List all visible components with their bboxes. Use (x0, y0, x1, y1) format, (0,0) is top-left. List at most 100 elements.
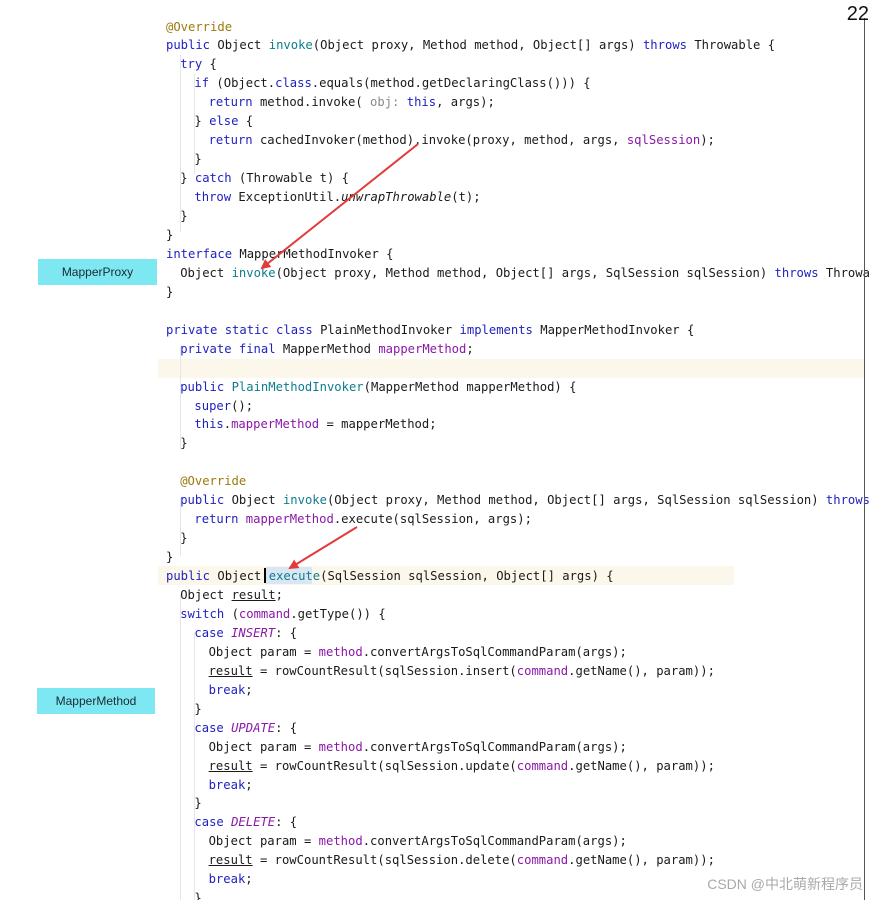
code-line[interactable]: } (194, 150, 201, 169)
code-line[interactable]: switch (command.getType()) { (180, 605, 385, 624)
code-line[interactable]: @Override (180, 472, 246, 491)
code-token: (Object. (216, 76, 276, 91)
code-token: public (180, 493, 232, 508)
code-line[interactable]: @Override (166, 18, 232, 37)
code-token: switch (180, 606, 232, 621)
code-token: break (208, 872, 246, 887)
code-line[interactable]: Object result; (180, 586, 283, 605)
highlighted-empty-line (158, 359, 864, 378)
code-line[interactable]: result = rowCountResult(sqlSession.inser… (209, 662, 715, 681)
code-token: Object param = (208, 644, 319, 659)
code-token: mapperMethod (231, 417, 320, 432)
code-token: case (194, 625, 232, 640)
code-line[interactable]: } (180, 529, 187, 548)
code-token: . (223, 417, 232, 432)
code-line[interactable]: case INSERT: { (194, 624, 297, 643)
code-token: invoke (231, 265, 276, 280)
code-line[interactable]: public Object execute(SqlSession sqlSess… (166, 567, 614, 586)
code-line[interactable]: interface MapperMethodInvoker { (166, 245, 393, 264)
code-line[interactable]: private static class PlainMethodInvoker … (166, 321, 694, 340)
code-token: ; (245, 777, 253, 792)
code-token: { (245, 114, 254, 129)
code-token: @Override (180, 474, 247, 489)
code-token: DELETE (231, 815, 276, 830)
code-token: Object (180, 588, 232, 602)
code-line[interactable]: Object param = method.convertArgsToSqlCo… (209, 643, 627, 662)
code-line[interactable]: super(); (194, 397, 253, 416)
code-line[interactable]: public Object invoke(Object proxy, Metho… (166, 36, 775, 55)
code-token: result (231, 588, 276, 602)
code-token: command (238, 606, 291, 621)
code-line[interactable]: return cachedInvoker(method).invoke(prox… (209, 131, 715, 150)
code-token: } (194, 891, 202, 900)
code-line[interactable]: Object param = method.convertArgsToSqlCo… (209, 832, 627, 851)
code-line[interactable]: private final MapperMethod mapperMethod; (180, 340, 474, 359)
code-token: .equals(method.getDeclaringClass())) { (311, 76, 591, 91)
code-token: public (166, 569, 218, 584)
code-line[interactable]: return mapperMethod.execute(sqlSession, … (194, 510, 532, 529)
code-line[interactable]: this.mapperMethod = mapperMethod; (194, 415, 436, 434)
code-line[interactable]: case DELETE: { (194, 813, 297, 832)
code-token: class (275, 76, 312, 91)
code-line[interactable]: throw ExceptionUtil.unwrapThrowable(t); (194, 188, 480, 207)
code-line[interactable]: } (194, 889, 201, 900)
code-token: throws (642, 38, 695, 53)
code-token: .getName(), param)); (568, 853, 715, 868)
code-line[interactable]: result = rowCountResult(sqlSession.delet… (209, 851, 715, 870)
code-line[interactable]: } else { (194, 112, 253, 131)
code-token: .getType()) { (290, 606, 386, 621)
page-number: 22 (846, 3, 869, 25)
code-line[interactable]: break; (209, 776, 253, 795)
code-line[interactable]: break; (209, 870, 253, 889)
code-line[interactable]: Object invoke(Object proxy, Method metho… (180, 264, 869, 283)
code-line[interactable]: Object param = method.convertArgsToSqlCo… (209, 738, 627, 757)
code-line[interactable]: try { (180, 55, 217, 74)
code-line[interactable]: } (166, 548, 173, 567)
code-token: .getName(), param)); (568, 758, 715, 773)
code-token: (Throwable t) { (238, 171, 349, 186)
code-token: super (194, 398, 232, 413)
code-token: result (208, 663, 253, 678)
code-token: case (194, 815, 232, 830)
code-token: Throwable; (825, 265, 869, 280)
code-line[interactable]: return method.invoke( obj: this, args); (209, 93, 495, 112)
code-line[interactable]: } (180, 207, 187, 226)
code-token: mapperMethod (378, 341, 467, 356)
code-token: this (194, 417, 224, 432)
code-line[interactable]: case UPDATE: { (194, 719, 297, 738)
code-token: = rowCountResult(sqlSession.update( (252, 758, 517, 773)
side-label-mappermethod: MapperMethod (37, 688, 155, 714)
code-line[interactable]: } (166, 283, 173, 302)
code-token: throw (194, 190, 239, 205)
code-token: (t); (451, 190, 481, 205)
code-token: PlainMethodInvoker (231, 379, 364, 394)
code-token: Object param = (208, 834, 319, 849)
watermark: CSDN @中北萌新程序员 (707, 876, 863, 892)
code-token: (Object proxy, Method method, Object[] a… (312, 38, 643, 53)
code-token: } (166, 550, 174, 565)
code-token: obj: (370, 95, 400, 110)
code-token: } (180, 209, 188, 223)
code-token: (Object proxy, Method method, Object[] a… (326, 493, 826, 508)
code-token: Throwable { (694, 38, 776, 53)
code-line[interactable]: } catch (Throwable t) { (180, 169, 349, 188)
code-token: : { (275, 625, 298, 640)
code-token: invoke (268, 38, 313, 53)
code-token: Object param = (208, 739, 319, 754)
code-token: break (208, 777, 246, 792)
code-line[interactable]: } (194, 700, 201, 719)
code-line[interactable]: } (166, 226, 173, 245)
code-token: command (516, 663, 569, 678)
code-line[interactable]: public Object invoke(Object proxy, Metho… (180, 491, 869, 510)
code-token: } (166, 284, 174, 299)
code-token: result (208, 853, 253, 868)
code-line[interactable]: public PlainMethodInvoker(MapperMethod m… (180, 378, 576, 397)
code-token: } (194, 114, 210, 129)
code-line[interactable]: } (194, 794, 201, 813)
code-line[interactable]: result = rowCountResult(sqlSession.updat… (209, 757, 715, 776)
code-token: ; (466, 341, 474, 356)
code-token: = mapperMethod; (319, 417, 437, 432)
code-line[interactable]: } (180, 434, 187, 453)
code-line[interactable]: if (Object.class.equals(method.getDeclar… (194, 74, 590, 93)
code-line[interactable]: break; (209, 681, 253, 700)
